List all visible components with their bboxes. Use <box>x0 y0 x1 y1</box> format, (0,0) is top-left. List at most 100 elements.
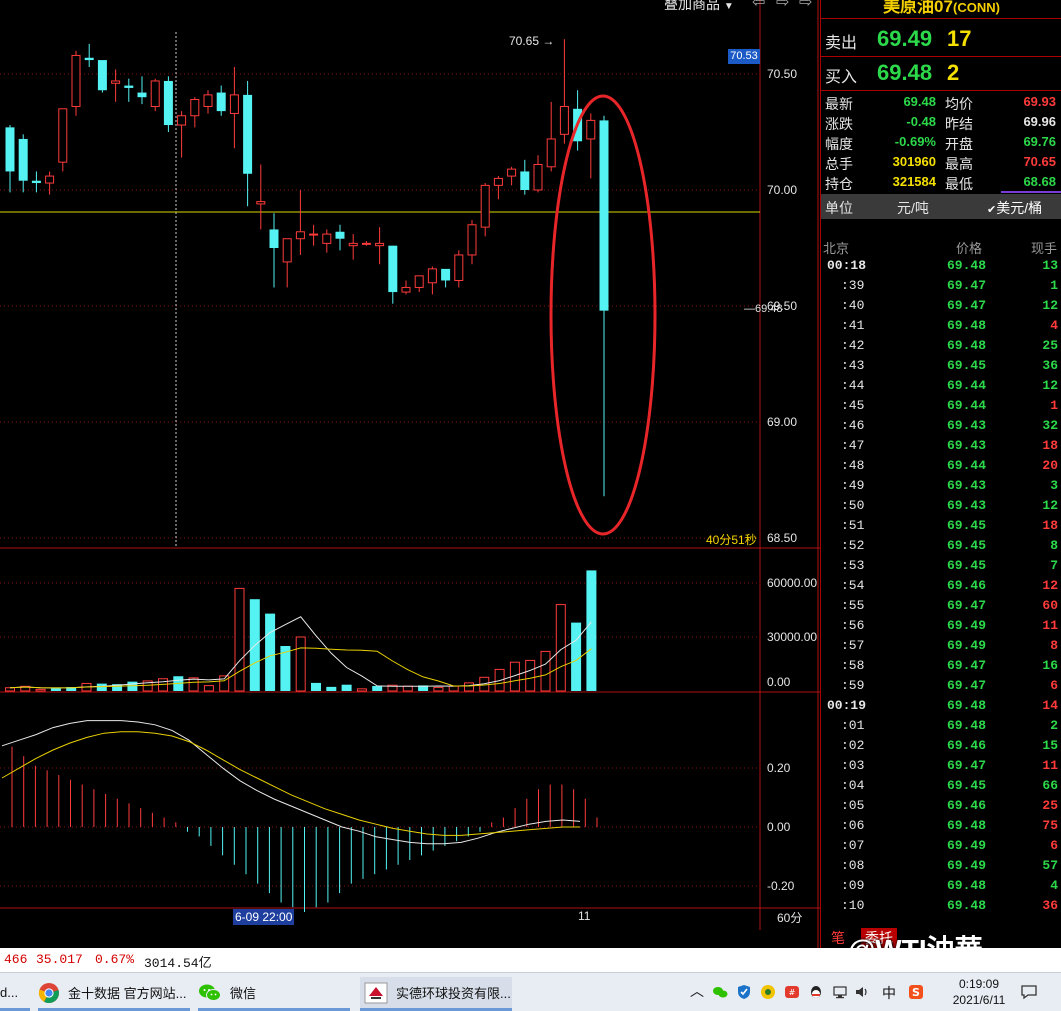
ticker-value-1: 466 <box>4 952 28 967</box>
last-price-label: —69.48 <box>744 303 783 315</box>
bar-countdown: 40分51秒 <box>706 533 757 547</box>
candle-body <box>229 94 239 114</box>
volume-bar <box>311 682 321 691</box>
notification-icon[interactable] <box>1020 983 1038 1001</box>
tick-row: :55 69.47 60 <box>821 596 1061 616</box>
tick-qty: 1 <box>1050 278 1058 293</box>
taskbar-item-chrome[interactable]: 金十数据 官方网站... <box>38 977 190 1008</box>
chart-area[interactable]: 70.50 70.00 69.50 69.00 68.50 60000.00 30000.0… <box>0 0 820 948</box>
tick-row: :05 69.46 25 <box>821 796 1061 816</box>
candle-body <box>480 184 490 228</box>
tick-price: 69.43 <box>947 498 987 513</box>
tick-price: 69.48 <box>947 878 987 893</box>
chevron-up-icon[interactable]: ︿ <box>690 981 706 999</box>
tick-time: :42 <box>841 338 865 353</box>
candle-body <box>177 115 187 126</box>
tick-price: 69.48 <box>947 258 987 273</box>
divider <box>821 18 1061 19</box>
candle-body <box>5 127 15 172</box>
nav-extra-icon[interactable]: ⇨ <box>799 0 812 12</box>
ticker-value-2: 35.017 <box>36 952 83 967</box>
ask-row: 卖出 69.49 17 <box>821 26 1061 56</box>
ime-indicator[interactable]: 中 <box>882 983 896 1003</box>
tick-row: :45 69.44 1 <box>821 396 1061 416</box>
stat-value: 69.93 <box>1023 94 1056 109</box>
tray-app-icon[interactable] <box>760 984 776 1000</box>
tick-price: 69.49 <box>947 618 987 633</box>
volume-axis-label: 0.00 <box>767 675 791 689</box>
unit-option-usd-barrel[interactable]: ✔美元/桶 <box>987 198 1042 218</box>
volume-bar <box>356 688 367 692</box>
unit-option-cny-ton[interactable]: 元/吨 <box>897 198 929 218</box>
kline-chart-svg[interactable]: 70.5070.0069.5069.0068.5060000.0030000.0… <box>0 0 820 948</box>
taskbar-item-wechat[interactable]: 微信 <box>198 977 348 1008</box>
volume-icon[interactable] <box>854 984 870 1000</box>
qq-icon[interactable] <box>808 984 824 1000</box>
tick-qty: 6 <box>1050 838 1058 853</box>
candle-body <box>45 175 55 184</box>
tick-time: :49 <box>841 478 865 493</box>
tick-price: 69.45 <box>947 358 987 373</box>
nav-left-icon[interactable]: ⇦ <box>752 0 765 12</box>
price-axis-label: 70.50 <box>767 67 797 81</box>
stat-value: 301960 <box>892 154 936 169</box>
network-icon[interactable] <box>832 984 848 1000</box>
price-axis-label: 70.00 <box>767 183 797 197</box>
unit-option-usd-barrel-label: 美元/桶 <box>996 200 1043 216</box>
tick-price: 69.47 <box>947 298 987 313</box>
tick-row: :47 69.43 18 <box>821 436 1061 456</box>
tick-price: 69.43 <box>947 478 987 493</box>
period-label[interactable]: 60分 <box>777 909 802 926</box>
tick-price: 69.48 <box>947 818 987 833</box>
candle-body <box>150 80 160 107</box>
ticker-value-4: 3014.54亿 <box>144 956 212 971</box>
tick-row: :53 69.45 7 <box>821 556 1061 576</box>
windows-taskbar: d... 金十数据 官方网站... 微信 实德环球投资有限... ︿ # 中 S… <box>0 972 1061 1011</box>
tick-time: :58 <box>841 658 865 673</box>
tick-qty: 60 <box>1042 598 1058 613</box>
tick-time: :59 <box>841 678 865 693</box>
tick-time: :10 <box>841 898 865 913</box>
candle-body <box>375 242 385 247</box>
candle-body <box>586 119 596 140</box>
trading-app-icon <box>364 982 388 1003</box>
clock[interactable]: 0:19:09 2021/6/11 <box>944 976 1014 1008</box>
quote-panel: 美原油07(CONN) 卖出 69.49 17 买入 69.48 2 最新 69.… <box>820 0 1061 948</box>
ticker-value-3: 0.67% <box>95 952 135 967</box>
wechat-tray-icon[interactable] <box>712 984 728 1000</box>
nav-right-icon[interactable]: ⇨ <box>776 0 789 12</box>
macd-axis-label: 0.20 <box>767 761 791 775</box>
taskbar-item-trading-app[interactable]: 实德环球投资有限... <box>360 977 512 1008</box>
antivirus-icon[interactable]: # <box>784 984 800 1000</box>
tick-row: :58 69.47 16 <box>821 656 1061 676</box>
volume-bar <box>295 636 306 692</box>
tick-time: :39 <box>841 278 865 293</box>
tick-qty: 13 <box>1042 258 1058 273</box>
axis-labels: 70.5070.0069.5069.0068.5060000.0030000.0… <box>767 67 817 893</box>
tick-price: 69.46 <box>947 798 987 813</box>
stat-value: 70.65 <box>1023 154 1056 169</box>
ticks-list[interactable]: 00:18 69.48 13:39 69.47 1:40 69.47 12:41 69.48 4… <box>821 256 1061 922</box>
tick-price: 69.47 <box>947 598 987 613</box>
shield-icon[interactable] <box>736 984 752 1000</box>
candle-body <box>84 57 94 61</box>
tick-time: :04 <box>841 778 865 793</box>
tick-price: 69.47 <box>947 678 987 693</box>
tick-row: :03 69.47 11 <box>821 756 1061 776</box>
tab-ticks[interactable]: 笔 <box>831 928 845 948</box>
tick-row: :08 69.49 57 <box>821 856 1061 876</box>
sogou-icon[interactable]: S <box>908 984 924 1000</box>
tick-price: 69.43 <box>947 438 987 453</box>
volume-bar <box>540 650 551 692</box>
taskbar-item-cut[interactable]: d... <box>0 977 30 1008</box>
overlay-commodity-dropdown[interactable]: 叠加商品 ▼ <box>664 0 734 14</box>
stat-value: -0.69% <box>894 134 936 149</box>
tick-price: 69.48 <box>947 338 987 353</box>
time-axis-label-11: 11 <box>578 909 591 923</box>
tick-time: :48 <box>841 458 865 473</box>
tick-qty: 12 <box>1042 578 1058 593</box>
tick-price: 69.47 <box>947 658 987 673</box>
taskbar-item-wechat-label: 微信 <box>230 986 257 1001</box>
candle-body <box>309 233 319 236</box>
last-price-value: 69.48 <box>755 303 783 315</box>
